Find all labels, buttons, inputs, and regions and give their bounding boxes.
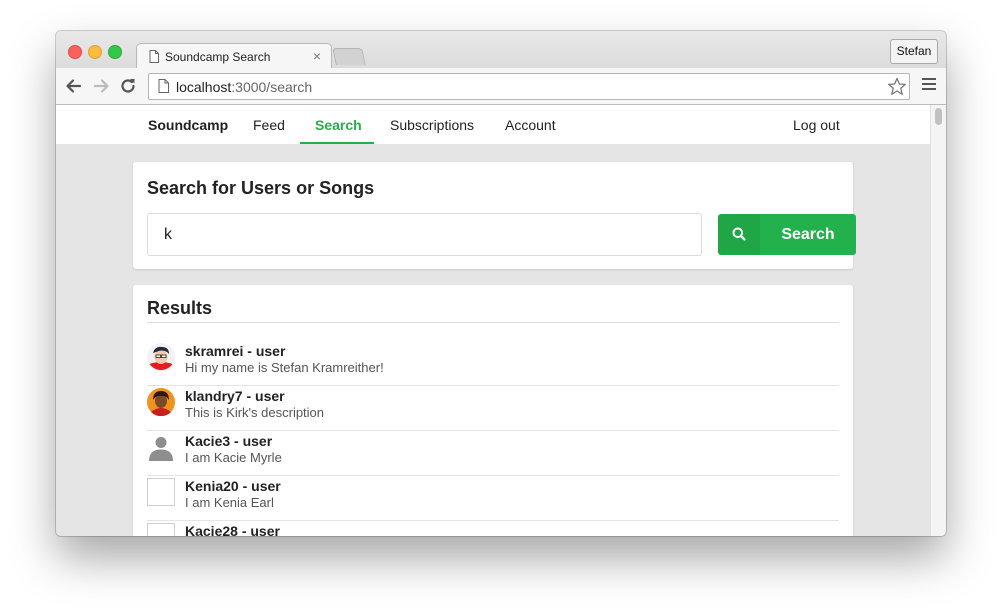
results-divider (147, 322, 839, 323)
browser-menu-icon[interactable] (922, 78, 936, 93)
search-query: k (164, 226, 172, 243)
results-heading: Results (147, 298, 213, 318)
result-name[interactable]: Kenia20 - user (185, 478, 281, 494)
result-row[interactable]: klandry7 - user This is Kirk's descripti… (147, 386, 839, 431)
close-window-button[interactable] (68, 45, 82, 59)
search-button[interactable]: Search (718, 214, 856, 255)
result-row[interactable]: skramrei - user Hi my name is Stefan Kra… (147, 341, 839, 386)
bookmark-star-icon[interactable] (887, 77, 907, 96)
brand-logo[interactable]: Soundcamp (148, 117, 228, 133)
search-panel: Search for Users or Songs k Search (133, 162, 856, 269)
result-description: This is Kirk's description (185, 405, 325, 420)
url-text: localhost:3000/search (176, 79, 312, 95)
browser-tab[interactable]: Soundcamp Search × (136, 43, 332, 70)
result-name[interactable]: skramrei - user (185, 343, 285, 359)
new-tab-button[interactable] (332, 48, 366, 65)
tab-title: Soundcamp Search (165, 50, 271, 64)
top-navigation: Soundcamp Feed Search Subscriptions Acco… (56, 105, 931, 144)
browser-window: Soundcamp Search × Stefan localhost:3000… (56, 31, 946, 536)
page-icon (158, 79, 169, 93)
search-heading: Search for Users or Songs (147, 178, 375, 198)
tab-close-icon[interactable]: × (313, 48, 321, 64)
search-button-label: Search (781, 226, 835, 243)
search-input[interactable]: k (147, 213, 702, 256)
user-silhouette-icon (147, 433, 175, 461)
avatar (147, 478, 175, 506)
reload-icon[interactable] (118, 76, 138, 96)
title-bar: Soundcamp Search × Stefan (56, 31, 946, 70)
nav-feed[interactable]: Feed (253, 117, 285, 133)
nav-search[interactable]: Search (315, 117, 362, 133)
back-arrow-icon[interactable] (64, 76, 84, 96)
nav-account[interactable]: Account (505, 117, 556, 133)
avatar (147, 343, 175, 371)
url-host: localhost (176, 79, 232, 95)
avatar (147, 523, 175, 536)
nav-subscriptions[interactable]: Subscriptions (390, 117, 474, 133)
browser-toolbar: localhost:3000/search (56, 68, 946, 105)
address-bar[interactable]: localhost:3000/search (148, 73, 910, 100)
page-scrollbar[interactable] (930, 105, 946, 536)
results-panel: Results skramrei - user Hi my name is St… (133, 285, 853, 536)
result-name[interactable]: Kacie3 - user (185, 433, 272, 449)
scrollbar-thumb[interactable] (935, 108, 942, 125)
result-name[interactable]: klandry7 - user (185, 388, 285, 404)
result-description: I am Kenia Earl (185, 495, 274, 510)
result-name[interactable]: Kacie28 - user (185, 523, 280, 536)
result-description: I am Kacie Myrle (185, 450, 282, 465)
logout-link[interactable]: Log out (793, 117, 840, 133)
url-path: :3000/search (231, 79, 313, 95)
zoom-window-button[interactable] (108, 45, 122, 59)
page-content: Soundcamp Feed Search Subscriptions Acco… (56, 105, 931, 536)
search-icon-box (718, 214, 760, 255)
active-tab-indicator (300, 142, 374, 144)
result-row[interactable]: Kacie3 - user I am Kacie Myrle (147, 431, 839, 476)
minimize-window-button[interactable] (88, 45, 102, 59)
result-row[interactable]: Kacie28 - user (147, 521, 839, 536)
avatar (147, 388, 175, 416)
forward-arrow-icon[interactable] (91, 76, 111, 96)
document-icon (149, 50, 159, 63)
profile-button[interactable]: Stefan (890, 39, 938, 64)
result-description: Hi my name is Stefan Kramreither! (185, 360, 384, 375)
search-icon (732, 227, 746, 241)
result-row[interactable]: Kenia20 - user I am Kenia Earl (147, 476, 839, 521)
